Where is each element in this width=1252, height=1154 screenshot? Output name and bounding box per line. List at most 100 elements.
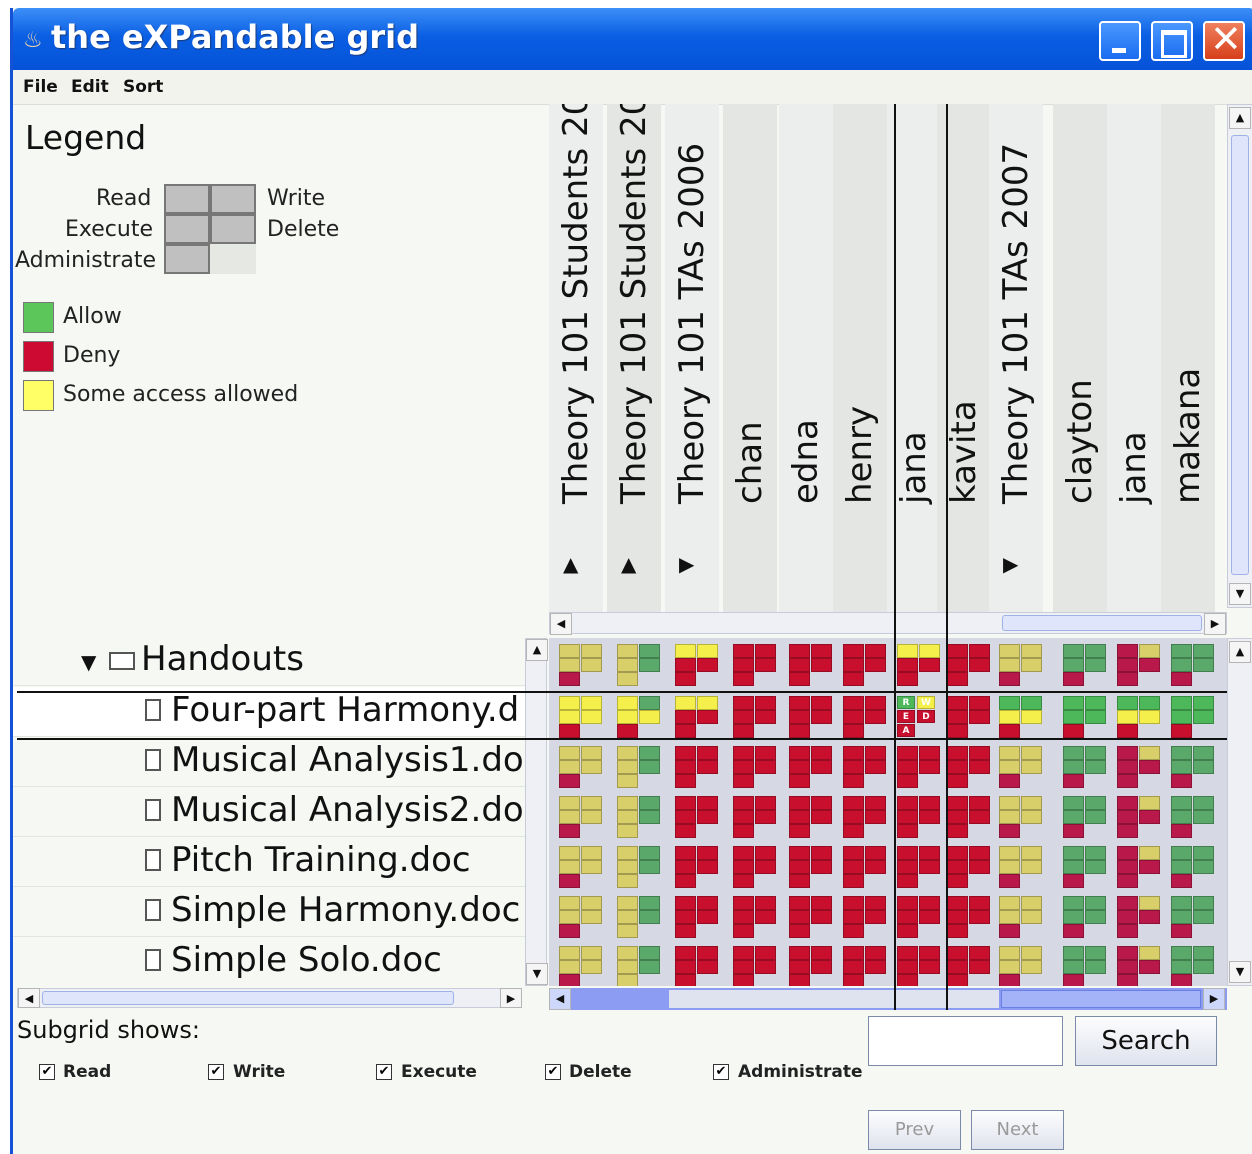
column-header[interactable]: Theory 101 Students 2007 ▲	[607, 104, 661, 612]
grid-cell[interactable]	[897, 896, 945, 940]
grid-cell[interactable]	[947, 946, 995, 986]
grid-horizontal-thumb[interactable]	[1001, 990, 1201, 1008]
title-bar[interactable]: ♨ the eXPandable grid ✕	[13, 8, 1252, 70]
column-header[interactable]: Theory 101 Students 2006 ▲	[549, 104, 603, 612]
grid-cell[interactable]	[789, 796, 837, 840]
grid-cell[interactable]	[789, 846, 837, 890]
grid-cell[interactable]	[675, 796, 723, 840]
grid-cell[interactable]	[1063, 846, 1111, 890]
grid-cell[interactable]	[947, 696, 995, 740]
prev-button[interactable]: Prev	[868, 1110, 961, 1150]
grid-cell[interactable]	[617, 796, 665, 840]
grid-cell[interactable]	[733, 696, 781, 740]
grid-cell[interactable]	[999, 746, 1047, 790]
tree-file-row[interactable]: Simple Solo.doc	[13, 937, 525, 986]
expand-triangle-icon[interactable]: ▼	[81, 650, 96, 674]
grid-vertical-scrollbar[interactable]: ▲ ▼	[1227, 638, 1252, 986]
grid-cell[interactable]	[559, 896, 607, 940]
grid-cell[interactable]	[559, 746, 607, 790]
grid-cell[interactable]	[999, 796, 1047, 840]
read-checkbox[interactable]: ✔	[39, 1064, 55, 1080]
scroll-left-icon[interactable]: ◀	[549, 988, 571, 1010]
grid-cell[interactable]	[947, 796, 995, 840]
administrate-checkbox[interactable]: ✔	[713, 1064, 729, 1080]
column-header[interactable]: makana	[1161, 104, 1215, 612]
grid-cell[interactable]	[733, 896, 781, 940]
grid-cell[interactable]	[1171, 644, 1219, 688]
grid-cell[interactable]	[1063, 796, 1111, 840]
tree-folder-row[interactable]: ▼ Handouts	[13, 636, 525, 686]
maximize-button[interactable]	[1151, 21, 1193, 61]
tree-horizontal-scrollbar[interactable]: ◀ ▶	[17, 988, 522, 1008]
menu-sort[interactable]: Sort	[123, 77, 163, 97]
grid-cell[interactable]	[999, 946, 1047, 986]
grid-cell[interactable]	[843, 644, 891, 688]
grid-cell[interactable]	[897, 846, 945, 890]
collapse-arrow-icon[interactable]: ▲	[563, 552, 578, 576]
grid-cell[interactable]	[1171, 696, 1219, 740]
grid-cell[interactable]	[1063, 946, 1111, 986]
grid-cell[interactable]	[675, 696, 723, 740]
grid-cell[interactable]	[1117, 896, 1165, 940]
tree-horizontal-thumb[interactable]	[42, 991, 454, 1005]
scroll-up-icon[interactable]: ▲	[1229, 107, 1251, 129]
grid-cell[interactable]	[999, 696, 1047, 740]
grid-cell[interactable]	[617, 696, 665, 740]
grid-cell[interactable]: RWEDA	[897, 696, 945, 740]
grid-cell[interactable]	[947, 644, 995, 688]
grid-cell[interactable]	[789, 644, 837, 688]
grid-cell[interactable]	[675, 746, 723, 790]
scroll-left-icon[interactable]: ◀	[18, 988, 40, 1008]
grid-cell[interactable]	[789, 896, 837, 940]
grid-cell[interactable]	[559, 796, 607, 840]
grid-cell[interactable]	[843, 696, 891, 740]
grid-cell[interactable]	[675, 946, 723, 986]
column-header[interactable]: Theory 101 TAs 2006 ▶	[665, 104, 719, 612]
grid-cell[interactable]	[843, 896, 891, 940]
grid-cell[interactable]	[1117, 696, 1165, 740]
menu-file[interactable]: File	[23, 77, 58, 97]
grid-cell[interactable]	[1171, 746, 1219, 790]
close-button[interactable]: ✕	[1203, 17, 1245, 61]
search-input[interactable]	[868, 1016, 1063, 1066]
grid-cell[interactable]	[897, 644, 945, 688]
tree-file-row[interactable]: Musical Analysis1.do	[13, 737, 525, 787]
grid-cell[interactable]	[1063, 696, 1111, 740]
grid-cell[interactable]	[617, 896, 665, 940]
header-horizontal-thumb[interactable]	[1002, 615, 1202, 631]
tree-file-row[interactable]: Four-part Harmony.d	[13, 687, 525, 737]
scroll-right-icon[interactable]: ▶	[1204, 613, 1226, 635]
grid-cell[interactable]	[733, 846, 781, 890]
grid-cell[interactable]	[789, 696, 837, 740]
grid-cell[interactable]	[675, 644, 723, 688]
grid-cell[interactable]	[1171, 946, 1219, 986]
grid-cell[interactable]	[675, 846, 723, 890]
grid-cell[interactable]	[947, 896, 995, 940]
grid-cell[interactable]	[999, 846, 1047, 890]
grid-cell[interactable]	[1171, 846, 1219, 890]
minimize-button[interactable]	[1099, 21, 1141, 61]
grid-cell[interactable]	[1063, 644, 1111, 688]
grid-cell[interactable]	[1171, 796, 1219, 840]
execute-checkbox[interactable]: ✔	[376, 1064, 392, 1080]
header-vertical-thumb[interactable]	[1231, 135, 1249, 575]
header-vertical-scrollbar[interactable]: ▲ ▼	[1227, 104, 1252, 608]
grid-cell[interactable]	[733, 796, 781, 840]
column-header[interactable]: jana	[1107, 104, 1161, 612]
search-button[interactable]: Search	[1075, 1016, 1217, 1066]
grid-cell[interactable]	[733, 644, 781, 688]
tree-file-row[interactable]: Simple Harmony.doc	[13, 887, 525, 937]
scroll-down-icon[interactable]: ▼	[1229, 961, 1251, 983]
grid-cell[interactable]	[843, 946, 891, 986]
column-header[interactable]: henry	[833, 104, 887, 612]
grid-cell[interactable]	[1117, 846, 1165, 890]
tree-file-row[interactable]: Pitch Training.doc	[13, 837, 525, 887]
grid-cell[interactable]	[559, 946, 607, 986]
collapse-arrow-icon[interactable]: ▲	[621, 552, 636, 576]
grid-cell[interactable]	[733, 946, 781, 986]
grid-cell[interactable]	[559, 644, 607, 688]
scroll-right-icon[interactable]: ▶	[500, 988, 522, 1008]
column-header[interactable]: edna	[779, 104, 833, 612]
grid-cell[interactable]	[999, 644, 1047, 688]
grid-cell[interactable]	[947, 846, 995, 890]
